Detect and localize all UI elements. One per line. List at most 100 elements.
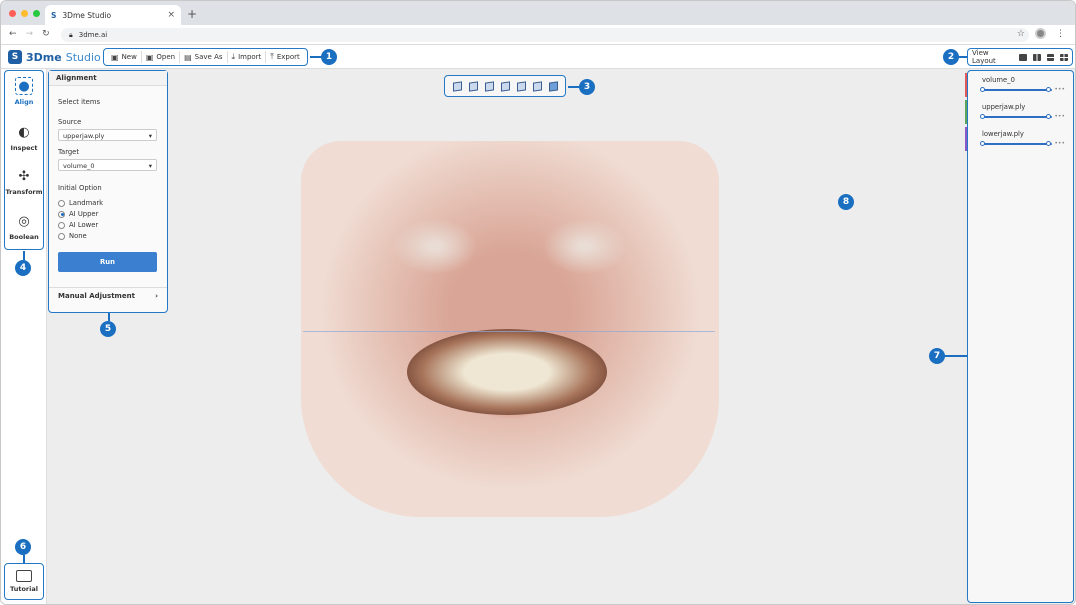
- source-label: Source: [58, 118, 82, 126]
- more-options-icon[interactable]: •••: [1054, 86, 1065, 93]
- option-label: Landmark: [69, 199, 104, 207]
- option-label: AI Upper: [69, 210, 99, 218]
- close-window-dot[interactable]: [9, 10, 16, 17]
- tool-align[interactable]: ● Align: [5, 77, 43, 106]
- profile-avatar[interactable]: [1035, 28, 1046, 39]
- tutorial-button[interactable]: Tutorial: [4, 563, 44, 600]
- save-as-button[interactable]: ▤ Save As: [180, 51, 228, 63]
- opacity-slider[interactable]: [980, 87, 1052, 92]
- slider-max-knob[interactable]: [1046, 114, 1051, 119]
- browser-tab[interactable]: S 3Dme Studio ×: [45, 5, 181, 25]
- option-label: AI Lower: [69, 221, 99, 229]
- view-back-icon[interactable]: [468, 80, 478, 92]
- browser-tab-bar: S 3Dme Studio × +: [1, 1, 1075, 25]
- app-logo: S 3Dme Studio: [8, 50, 101, 64]
- source-select[interactable]: upperjaw.ply ▾: [58, 129, 157, 141]
- more-options-icon[interactable]: •••: [1054, 113, 1065, 120]
- object-name: upperjaw.ply: [982, 103, 1026, 111]
- callout-badge: 7: [929, 348, 945, 364]
- slider-min-knob[interactable]: [980, 141, 985, 146]
- tutorial-label: Tutorial: [10, 585, 38, 593]
- 3d-viewport[interactable]: [47, 69, 965, 604]
- tool-boolean[interactable]: ◎ Boolean: [5, 212, 43, 242]
- browser-menu-icon[interactable]: ⋮: [1056, 29, 1065, 39]
- opacity-slider[interactable]: [980, 114, 1052, 119]
- tool-transform[interactable]: ✣ Transform: [5, 167, 43, 197]
- layout-four-panes-icon[interactable]: [1060, 53, 1068, 61]
- alignment-panel: Alignment Select items Source upperjaw.p…: [48, 70, 168, 313]
- new-label: New: [121, 53, 137, 61]
- layout-three-panes-icon[interactable]: [1046, 53, 1055, 61]
- dropdown-arrow-icon: ▾: [148, 162, 152, 170]
- logo-mark-icon: S: [8, 50, 22, 64]
- tool-inspect[interactable]: ◐ Inspect: [5, 123, 43, 153]
- transform-gizmo-icon: ✣: [18, 168, 30, 184]
- maximize-window-dot[interactable]: [33, 10, 40, 17]
- slider-max-knob[interactable]: [1046, 141, 1051, 146]
- layout-single-icon[interactable]: [1019, 53, 1027, 61]
- bookmark-star-icon[interactable]: ☆: [1017, 29, 1025, 39]
- import-label: Import: [238, 53, 262, 61]
- object-row[interactable]: lowerjaw.ply •••: [965, 127, 1073, 153]
- folder-icon: ▣: [145, 52, 154, 62]
- layout-two-columns-icon[interactable]: [1032, 53, 1041, 61]
- initial-option-label: Initial Option: [58, 184, 102, 192]
- minimize-window-dot[interactable]: [21, 10, 28, 17]
- target-value: volume_0: [63, 162, 95, 170]
- app-header: S 3Dme Studio ▣ New ▣ Open ▤ Save As ⤓ Import…: [1, 45, 1075, 69]
- export-button[interactable]: ⤒ Export: [266, 51, 303, 63]
- slider-min-knob[interactable]: [980, 87, 985, 92]
- object-row[interactable]: volume_0 •••: [965, 73, 1073, 99]
- close-tab-icon[interactable]: ×: [167, 10, 175, 20]
- object-color-bar: [965, 127, 967, 151]
- tool-group: ● Align ◐ Inspect ✣ Transform ◎ Boolean: [4, 70, 44, 250]
- target-label: Target: [58, 148, 80, 156]
- import-button[interactable]: ⤓ Import: [228, 51, 267, 63]
- view-iso-icon[interactable]: [548, 80, 558, 92]
- url-field[interactable]: 🔒︎ 3dme.ai: [61, 28, 1029, 42]
- reload-icon[interactable]: ↻: [42, 29, 50, 39]
- callout-badge: 6: [15, 539, 31, 555]
- view-left-icon[interactable]: [484, 80, 494, 92]
- chevron-right-icon: ›: [155, 292, 158, 300]
- option-none[interactable]: None: [58, 232, 87, 240]
- forward-icon[interactable]: →: [26, 29, 34, 39]
- save-icon: ▤: [184, 52, 192, 62]
- alignment-plane-line: [303, 331, 715, 332]
- back-icon[interactable]: ←: [9, 29, 17, 39]
- dental-scan-model: [407, 329, 607, 415]
- view-right-icon[interactable]: [500, 80, 510, 92]
- option-ai-upper[interactable]: AI Upper: [58, 210, 98, 218]
- new-tab-icon[interactable]: +: [187, 7, 197, 21]
- export-label: Export: [276, 53, 300, 61]
- callout-badge: 8: [838, 194, 854, 210]
- object-row[interactable]: upperjaw.ply •••: [965, 100, 1073, 126]
- slider-max-knob[interactable]: [1046, 87, 1051, 92]
- radio-circle: [58, 199, 65, 207]
- dropdown-arrow-icon: ▾: [148, 132, 152, 140]
- opacity-slider[interactable]: [980, 141, 1052, 146]
- new-button[interactable]: ▣ New: [107, 51, 142, 63]
- more-options-icon[interactable]: •••: [1054, 140, 1065, 147]
- tab-title: 3Dme Studio: [62, 10, 112, 20]
- manual-adjustment-row[interactable]: Manual Adjustment ›: [49, 287, 167, 307]
- source-value: upperjaw.ply: [63, 132, 105, 140]
- option-ai-lower[interactable]: AI Lower: [58, 221, 98, 229]
- option-landmark[interactable]: Landmark: [58, 199, 103, 207]
- inspect-head-icon: ◐: [18, 124, 30, 140]
- open-label: Open: [156, 53, 176, 61]
- tool-align-label: Align: [14, 98, 34, 106]
- boolean-circles-icon: ◎: [18, 213, 30, 229]
- run-button[interactable]: Run: [58, 252, 157, 272]
- open-button[interactable]: ▣ Open: [142, 51, 181, 63]
- view-top-icon[interactable]: [516, 80, 526, 92]
- favicon-icon: S: [51, 10, 57, 20]
- view-front-icon[interactable]: [452, 80, 462, 92]
- address-bar: ← → ↻ 🔒︎ 3dme.ai ☆ ⋮: [1, 25, 1075, 45]
- select-items-label: Select items: [58, 98, 101, 106]
- target-select[interactable]: volume_0 ▾: [58, 159, 157, 171]
- window-controls: [9, 10, 40, 17]
- view-bottom-icon[interactable]: [532, 80, 542, 92]
- slider-min-knob[interactable]: [980, 114, 985, 119]
- object-list-panel: volume_0 ••• upperjaw.ply ••• lowerjaw.p…: [965, 70, 1074, 603]
